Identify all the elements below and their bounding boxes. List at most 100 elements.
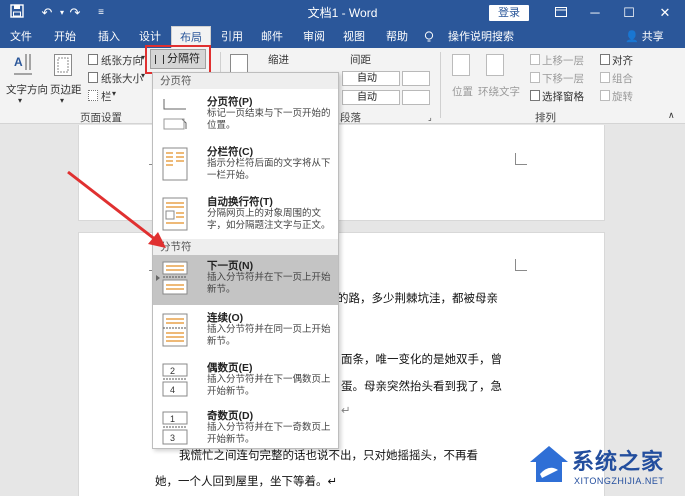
arrange-group-label: 排列 xyxy=(535,112,556,124)
text-direction-icon[interactable]: A xyxy=(12,52,34,78)
svg-text:4: 4 xyxy=(170,385,175,395)
menu-item-text-wrapping-break[interactable]: 自动换行符(T) 分隔网页上的对象周围的文字，如分隔题注文字与正文。 xyxy=(153,191,338,239)
breaks-dropdown-menu: 分页符 分页符(P) 标记一页结束与下一页开始的位置。 分栏符(C) 指示分栏符… xyxy=(152,72,339,449)
orientation-label[interactable]: 纸张方向 xyxy=(101,53,143,68)
save-icon[interactable] xyxy=(8,4,26,22)
lightbulb-icon xyxy=(422,26,436,48)
menu-item-continuous[interactable]: 连续(O) 插入分节符并在同一页上开始新节。 xyxy=(153,307,338,355)
bring-forward-label[interactable]: 上移一层 xyxy=(542,53,584,68)
selected-marker-icon xyxy=(156,275,160,281)
close-icon[interactable]: ✕ xyxy=(648,0,682,26)
share-button[interactable]: 👤 共享 xyxy=(625,26,664,48)
paragraph-group-label: 段落 xyxy=(340,112,361,124)
svg-text:3: 3 xyxy=(170,433,175,443)
page-break-icon xyxy=(163,99,187,130)
collapse-ribbon-icon[interactable]: ∧ xyxy=(668,110,675,121)
minimize-icon[interactable]: ─ xyxy=(578,0,612,26)
ribbon-display-icon[interactable] xyxy=(544,0,578,26)
menu-item-next-page[interactable]: 下一页(N) 插入分节符并在下一页上开始新节。 xyxy=(153,255,338,305)
crop-mark xyxy=(515,153,527,165)
selection-pane-label[interactable]: 选择窗格 xyxy=(542,89,584,104)
group-icon xyxy=(600,72,610,83)
position-label[interactable]: 位置 xyxy=(452,84,473,99)
group-separator xyxy=(440,52,441,118)
spacing-before-field[interactable]: 自动 xyxy=(342,71,400,86)
svg-text:A: A xyxy=(14,55,23,69)
spacing-label: 间距 xyxy=(350,54,371,66)
next-page-section-icon xyxy=(162,261,188,295)
doc-text-line: 蛋。母亲突然抬头看到我了，急 xyxy=(341,379,502,393)
tab-insert[interactable]: 插入 xyxy=(92,26,126,48)
watermark-title: 系统之家 xyxy=(572,449,665,474)
columns-icon xyxy=(88,90,98,101)
site-watermark: 系统之家 XITONGZHIJIA.NET xyxy=(520,440,685,496)
person-icon: 👤 xyxy=(625,31,639,43)
svg-text:1: 1 xyxy=(170,414,175,424)
paragraph-dialog-launcher-icon[interactable]: ⌟ xyxy=(428,113,432,122)
wrap-text-label[interactable]: 环绕文字 xyxy=(478,84,520,99)
text-wrapping-break-icon xyxy=(162,197,188,231)
tab-home[interactable]: 开始 xyxy=(48,26,82,48)
tab-mailings[interactable]: 邮件 xyxy=(255,26,289,48)
menu-item-page-break[interactable]: 分页符(P) 标记一页结束与下一页开始的位置。 xyxy=(153,91,338,139)
margins-icon[interactable] xyxy=(54,54,72,76)
size-icon xyxy=(88,72,98,83)
send-backward-label[interactable]: 下移一层 xyxy=(542,71,584,86)
align-icon xyxy=(600,54,610,65)
ribbon-tabs: 文件 开始 插入 设计 布局 引用 邮件 审阅 视图 帮助 操作说明搜索 👤 共… xyxy=(0,26,685,48)
send-backward-icon xyxy=(530,72,540,83)
column-break-icon xyxy=(162,147,188,181)
login-button[interactable]: 登录 xyxy=(489,5,529,21)
customize-toolbar-icon[interactable]: ≡ xyxy=(92,4,110,22)
position-icon[interactable] xyxy=(452,54,470,76)
window-title: 文档1 - Word xyxy=(307,6,378,20)
watermark-subtitle: XITONGZHIJIA.NET xyxy=(574,476,665,486)
ribbon: A 文字方向 ▾ 页边距 ▾ 纸张方向 ▾ 纸张大小 ▾ 栏 ▾ 页面设置 缩进… xyxy=(0,48,685,124)
section-breaks-header: 分节符 xyxy=(153,239,338,255)
margins-dropdown-icon[interactable]: ▾ xyxy=(60,96,64,105)
highlight-box xyxy=(145,45,211,74)
selection-pane-icon xyxy=(530,90,540,101)
redo-icon[interactable]: ↷ xyxy=(66,4,84,22)
menu-item-column-break[interactable]: 分栏符(C) 指示分栏符后面的文字将从下一栏开始。 xyxy=(153,141,338,189)
orientation-icon xyxy=(88,54,98,65)
size-label[interactable]: 纸张大小 xyxy=(101,71,143,86)
crop-mark xyxy=(515,259,527,271)
tell-me-search[interactable]: 操作说明搜索 xyxy=(446,26,516,48)
margins-label[interactable]: 页边距 xyxy=(50,82,82,97)
doc-text-line: 她，一个人回到屋里，坐下等着。↵ xyxy=(155,474,338,488)
tab-file[interactable]: 文件 xyxy=(4,26,38,48)
rotate-label[interactable]: 旋转 xyxy=(612,89,633,104)
rotate-icon xyxy=(600,90,610,101)
wrap-text-icon[interactable] xyxy=(486,54,504,76)
house-logo-icon xyxy=(530,446,568,482)
svg-text:2: 2 xyxy=(170,366,175,376)
spacing-after-stepper[interactable] xyxy=(402,90,430,105)
bring-forward-icon xyxy=(530,54,540,65)
text-direction-dropdown-icon[interactable]: ▾ xyxy=(18,96,22,105)
paragraph-mark: ↵ xyxy=(341,403,351,417)
maximize-icon[interactable]: ☐ xyxy=(612,0,646,26)
tab-view[interactable]: 视图 xyxy=(337,26,371,48)
spacing-before-stepper[interactable] xyxy=(402,71,430,86)
text-direction-label[interactable]: 文字方向 xyxy=(6,82,48,97)
indent-label: 缩进 xyxy=(268,54,289,66)
menu-item-even-page[interactable]: 24 偶数页(E) 插入分节符并在下一偶数页上开始新节。 xyxy=(153,357,338,405)
menu-item-odd-page[interactable]: 13 奇数页(D) 插入分节符并在下一奇数页上开始新节。 xyxy=(153,405,338,453)
odd-page-section-icon: 13 xyxy=(162,411,188,445)
continuous-section-icon xyxy=(162,313,188,347)
group-label[interactable]: 组合 xyxy=(612,71,633,86)
tab-references[interactable]: 引用 xyxy=(215,26,249,48)
columns-label[interactable]: 栏 xyxy=(101,89,112,104)
columns-dropdown-icon[interactable]: ▾ xyxy=(112,89,116,98)
tab-review[interactable]: 审阅 xyxy=(297,26,331,48)
doc-text-line: 面条，唯一变化的是她双手，曾 xyxy=(341,352,502,366)
align-label[interactable]: 对齐 xyxy=(612,53,633,68)
title-bar: ↶ ▾ ↷ ≡ 文档1 - Word 登录 ─ ☐ ✕ xyxy=(0,0,685,26)
tab-help[interactable]: 帮助 xyxy=(380,26,414,48)
even-page-section-icon: 24 xyxy=(162,363,188,397)
page-setup-group-label: 页面设置 xyxy=(80,112,122,124)
page-breaks-header: 分页符 xyxy=(153,73,338,89)
doc-text-line: 的路，多少荆棘坑洼，都被母亲 xyxy=(337,291,498,305)
spacing-after-field[interactable]: 自动 xyxy=(342,90,400,105)
